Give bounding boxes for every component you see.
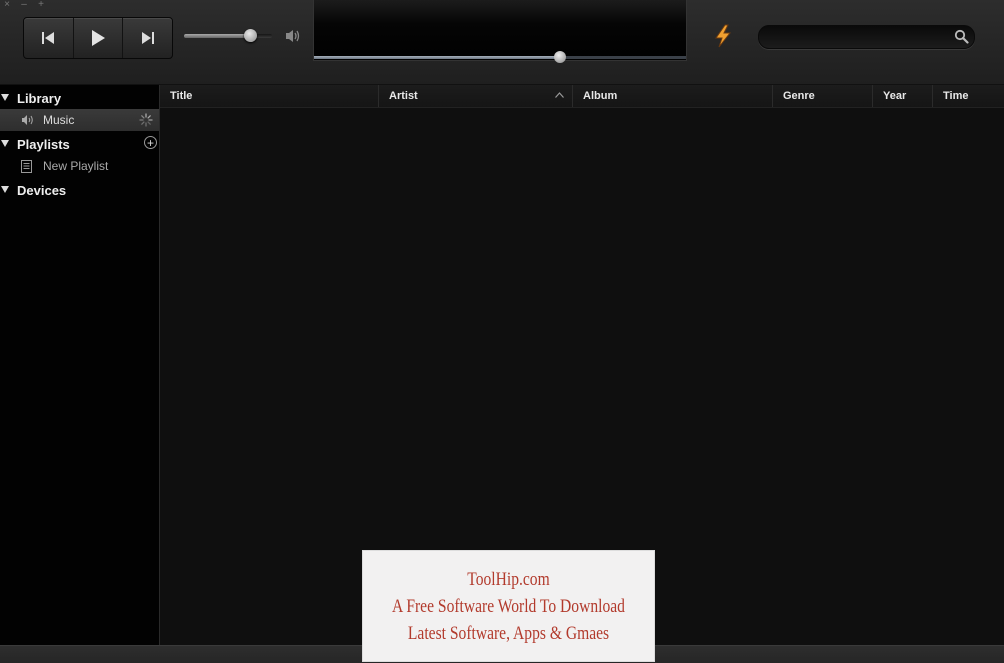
sidebar-section-devices[interactable]: Devices	[0, 179, 159, 201]
play-button[interactable]	[74, 18, 124, 58]
watermark-line: A Free Software World To Download	[392, 596, 625, 617]
watermark-line: Latest Software, Apps & Gmaes	[407, 623, 610, 644]
column-header-title[interactable]: Title	[160, 85, 379, 107]
sidebar-item-label: Music	[43, 113, 75, 127]
speaker-icon	[22, 115, 33, 125]
volume-knob[interactable]	[244, 29, 257, 42]
sidebar-section-library[interactable]: Library	[0, 87, 159, 109]
search-input[interactable]	[769, 29, 953, 47]
skip-back-icon	[42, 32, 55, 44]
sidebar: Library Music Playlists + New Playlist D…	[0, 85, 160, 645]
seek-knob[interactable]	[553, 51, 566, 63]
next-track-button[interactable]	[123, 18, 172, 58]
skip-forward-icon	[141, 32, 154, 44]
column-header-album[interactable]: Album	[573, 85, 773, 107]
table-header: Title Artist Album Genre Year Time	[160, 85, 1004, 108]
seek-bar[interactable]	[314, 51, 686, 63]
column-header-time[interactable]: Time	[933, 85, 1004, 107]
playlist-icon	[21, 160, 32, 173]
loading-spinner-icon	[139, 113, 153, 127]
sidebar-section-label: Playlists	[17, 137, 70, 152]
disclosure-triangle-icon[interactable]	[1, 186, 9, 193]
search-icon[interactable]	[954, 29, 969, 44]
minimize-window-button[interactable]: –	[19, 0, 29, 10]
sidebar-item-new-playlist[interactable]: New Playlist	[0, 155, 159, 177]
previous-track-button[interactable]	[24, 18, 74, 58]
play-icon	[92, 30, 105, 46]
disclosure-triangle-icon[interactable]	[1, 94, 9, 101]
volume-slider[interactable]	[184, 29, 272, 42]
lightning-icon[interactable]	[712, 24, 734, 48]
now-playing-display	[313, 0, 687, 63]
column-header-genre[interactable]: Genre	[773, 85, 873, 107]
add-playlist-button[interactable]: +	[144, 136, 157, 149]
watermark-line: ToolHip.com	[467, 569, 550, 590]
maximize-window-button[interactable]: +	[36, 0, 46, 10]
disclosure-triangle-icon[interactable]	[1, 140, 9, 147]
speaker-icon[interactable]	[285, 28, 301, 44]
sort-ascending-icon	[555, 92, 564, 98]
search-box[interactable]	[758, 25, 975, 49]
toolbar: × – +	[0, 0, 1004, 85]
sidebar-section-label: Library	[17, 91, 62, 106]
sidebar-item-music[interactable]: Music	[0, 109, 159, 131]
seek-fill	[314, 56, 560, 59]
sidebar-item-label: New Playlist	[43, 159, 109, 173]
close-window-button[interactable]: ×	[2, 0, 12, 10]
transport-controls	[23, 17, 173, 59]
sidebar-section-label: Devices	[17, 183, 67, 198]
volume-fill	[184, 34, 250, 38]
column-header-year[interactable]: Year	[873, 85, 933, 107]
column-header-artist[interactable]: Artist	[379, 85, 573, 107]
watermark-banner: ToolHip.com A Free Software World To Dow…	[362, 550, 655, 662]
sidebar-section-playlists[interactable]: Playlists +	[0, 133, 159, 155]
